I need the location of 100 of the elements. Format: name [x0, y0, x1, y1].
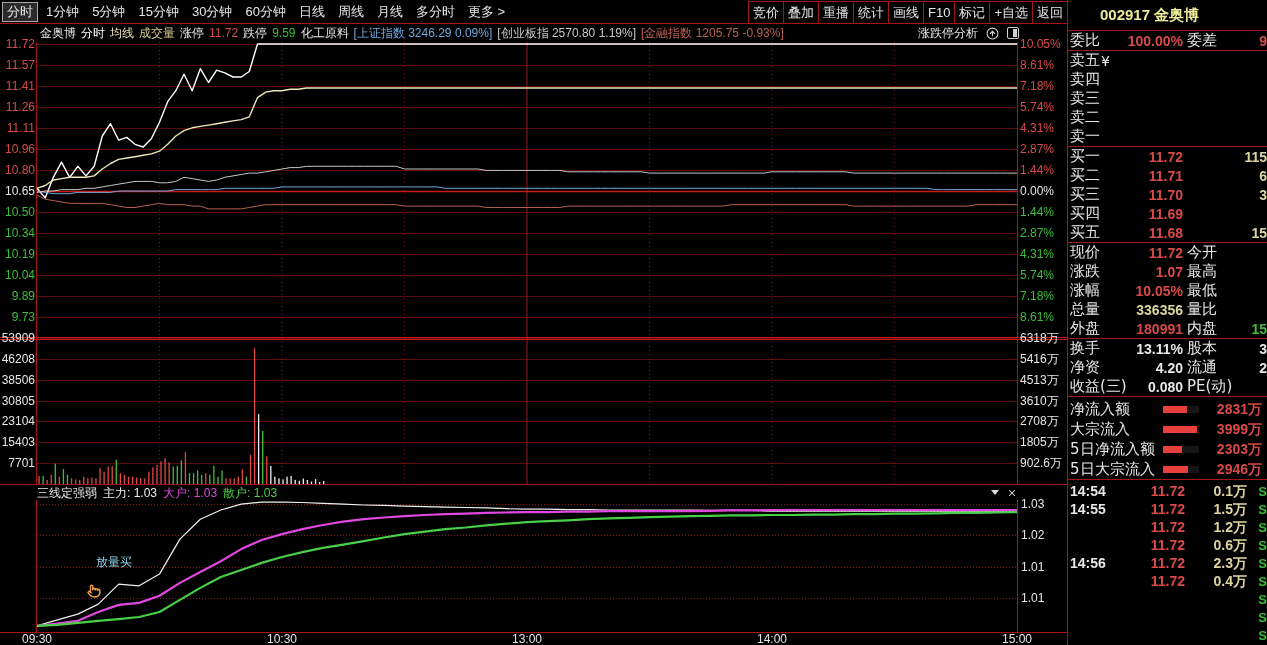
trade-side: S [1258, 627, 1267, 643]
quote-label: 外盘 [1070, 320, 1100, 337]
price-axis-label: 9.89 [11, 288, 35, 303]
bid-volume: 6 [1259, 167, 1267, 184]
ask-label: 卖一 [1070, 128, 1100, 145]
percent-axis-label: 10.05% [1020, 37, 1061, 51]
quote-label: 涨跌 [1070, 263, 1100, 280]
price-axis-label: 10.96 [4, 141, 35, 156]
quote-value: 4.20 [1155, 359, 1183, 376]
bid-label: 买一 [1070, 148, 1100, 165]
quote-label: 委差 [1187, 32, 1217, 49]
quote-label: 最低 [1187, 282, 1217, 299]
trade-side: S [1258, 483, 1267, 499]
flow-value: 2303万 [1216, 441, 1262, 457]
limit-down-label: 跌停 [243, 26, 268, 40]
quote-value: 9 [1259, 32, 1267, 49]
trade-time: 14:54 [1070, 483, 1106, 499]
flow-label: 5日净流入额 [1070, 440, 1155, 458]
legend-label: 成交量 [139, 26, 175, 40]
quote-value: 1.07 [1155, 263, 1183, 280]
percent-axis-label: 1.44% [1020, 205, 1055, 219]
legend-label: 分时 [81, 26, 105, 40]
price-axis-label: 10.04 [4, 267, 35, 282]
amount-axis-label: 5416万 [1020, 351, 1059, 366]
annotation-label: 放量买 [96, 555, 132, 569]
price-axis-label: 11.72 [5, 37, 35, 51]
ask-label: 卖四 [1070, 71, 1100, 88]
price-axis-label: 11.26 [5, 100, 35, 115]
percent-axis-label: 5.74% [1020, 267, 1055, 282]
quote-value: 100.00% [1127, 32, 1183, 49]
stock-title: 002917 金奥博 [1100, 5, 1200, 25]
quote-value: 13.11% [1136, 340, 1183, 357]
indicator-reading: 大户: 1.03 [163, 485, 218, 500]
percent-axis-label: 4.31% [1020, 247, 1055, 262]
trade-time: 14:56 [1070, 555, 1106, 571]
bid-label: 买五 [1070, 224, 1100, 241]
indicator-axis-label: 1.02 [1021, 528, 1045, 543]
indicator-reading: 散户: 1.03 [223, 485, 278, 500]
volume-axis-label: 38506 [1, 372, 35, 387]
bid-volume: 3 [1259, 186, 1267, 203]
trade-side: S [1258, 573, 1267, 589]
bid-price: 11.72 [1148, 148, 1183, 165]
quote-value: 10.05% [1135, 282, 1183, 299]
price-axis-label: 9.73 [11, 310, 35, 324]
volume-axis-label: 7701 [8, 456, 35, 471]
trade-volume: 2.3万 [1213, 555, 1247, 571]
trade-price: 11.72 [1150, 537, 1185, 553]
percent-axis-label: 1.44% [1020, 163, 1055, 177]
trade-side: S [1258, 555, 1267, 571]
limit-down-price: 9.59 [272, 26, 296, 40]
limit-up-label: 涨停 [180, 26, 204, 40]
quote-label: 最高 [1187, 263, 1217, 280]
quote-label: 内盘 [1187, 320, 1217, 337]
price-axis-label: 11.11 [6, 120, 35, 135]
stock-name: 金奥博 [40, 26, 76, 40]
index-quote: [上证指数 3246.29 0.09%] [353, 26, 493, 40]
price-axis-label: 10.80 [4, 163, 35, 177]
quote-value: 15 [1251, 320, 1267, 337]
trade-time: 14:55 [1070, 501, 1106, 517]
bid-price: 11.71 [1148, 167, 1183, 184]
indicator-axis-label: 1.01 [1021, 559, 1045, 574]
quote-value: 3 [1259, 340, 1267, 357]
quote-label: 量比 [1187, 301, 1217, 318]
price-axis-label: 10.50 [4, 205, 35, 219]
amount-axis-label: 2708万 [1020, 414, 1059, 429]
quote-label: 净资 [1070, 359, 1100, 376]
bid-volume: 115 [1244, 148, 1267, 165]
quote-label: PE(动) [1187, 378, 1233, 395]
price-axis-label: 11.41 [5, 79, 35, 94]
trade-side: S [1258, 537, 1267, 553]
flow-value: 2946万 [1216, 461, 1262, 477]
percent-axis-label: 2.87% [1020, 141, 1055, 156]
amount-axis-label: 3610万 [1020, 393, 1059, 408]
percent-axis-label: 8.61% [1020, 58, 1055, 72]
trade-volume: 1.5万 [1213, 501, 1247, 517]
quote-label: 总量 [1070, 301, 1100, 318]
indicator-axis-label: 1.01 [1021, 590, 1045, 605]
quote-value: 180991 [1136, 320, 1183, 337]
percent-axis-label: 7.18% [1020, 79, 1055, 94]
bid-label: 买四 [1070, 205, 1100, 222]
time-axis-label: 10:30 [267, 632, 297, 645]
legend-label: 均线 [110, 26, 134, 40]
quote-value: 336356 [1136, 301, 1183, 318]
quote-label: 涨幅 [1070, 282, 1100, 299]
limit-up-price: 11.72 [209, 26, 239, 40]
volume-axis-label: 23104 [1, 414, 35, 429]
ask-label: 卖三 [1070, 90, 1100, 107]
quote-label: 今开 [1187, 244, 1217, 261]
quote-value: 0.080 [1147, 378, 1183, 395]
bid-label: 买二 [1070, 167, 1100, 184]
quote-label: 换手 [1070, 340, 1100, 357]
flow-label: 净流入额 [1070, 400, 1130, 418]
price-axis-label: 10.65 [4, 184, 35, 198]
price-axis-label: 10.34 [4, 226, 35, 241]
quote-value: 2 [1259, 359, 1267, 376]
volume-axis-label: 30805 [1, 393, 35, 408]
percent-axis-label: 4.31% [1020, 120, 1055, 135]
percent-axis-label: 0.00% [1020, 184, 1055, 198]
time-axis-label: 15:00 [1002, 632, 1032, 645]
price-axis-label: 10.19 [4, 247, 35, 262]
